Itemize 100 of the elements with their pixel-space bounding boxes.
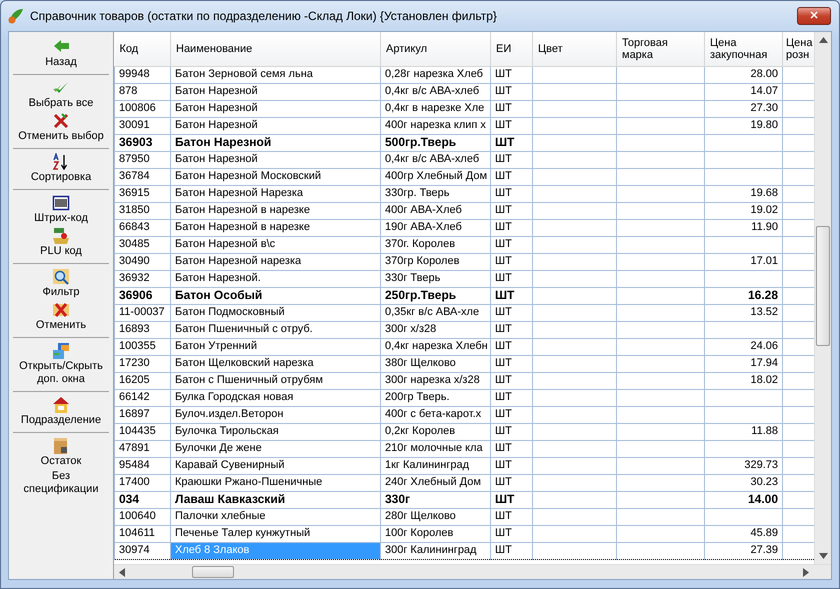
table-cell: Батон Утренний — [170, 338, 380, 355]
table-cell: Батон Нарезной в нарезке — [170, 202, 380, 219]
table-cell: Булоч.издел.Веторон — [170, 406, 380, 423]
column-header[interactable]: Код — [114, 32, 170, 66]
table-cell: Булочка Тирольская — [170, 423, 380, 440]
toolbar-button[interactable]: Сортировка — [13, 152, 109, 185]
table-cell: 30091 — [114, 117, 170, 134]
horizontal-scrollbar[interactable] — [114, 564, 831, 579]
toolbar-button[interactable]: Фильтр — [13, 267, 109, 300]
table-cell: 16205 — [114, 372, 170, 389]
table-cell: 14.00 — [704, 491, 782, 508]
table-cell: 100г Королев — [380, 525, 490, 542]
table-cell: 19.02 — [704, 202, 782, 219]
table-cell: Булочки Де жене — [170, 440, 380, 457]
table-cell: 240г Хлебный Дом — [380, 474, 490, 491]
table-cell: 11.88 — [704, 423, 782, 440]
table-cell: ШТ — [490, 474, 532, 491]
toolbar-button[interactable]: Подразделение — [13, 395, 109, 428]
house-icon — [52, 396, 70, 414]
table-cell: 17.01 — [704, 253, 782, 270]
table-cell: ШТ — [490, 253, 532, 270]
table-cell: Батон Нарезной нарезка — [170, 253, 380, 270]
toolbar-button[interactable]: Без спецификации — [13, 469, 109, 497]
left-arrow-icon[interactable] — [119, 568, 125, 577]
table-cell: 30485 — [114, 236, 170, 253]
table-cell: ШТ — [490, 372, 532, 389]
toolbar-button[interactable]: PLU код — [13, 226, 109, 259]
table-cell: 30490 — [114, 253, 170, 270]
table-cell: 47891 — [114, 440, 170, 457]
table-cell: ШТ — [490, 321, 532, 338]
column-header[interactable]: Торговая марка — [616, 32, 704, 66]
scroll-thumb[interactable] — [816, 226, 830, 346]
table-cell: ШТ — [490, 66, 532, 83]
column-header[interactable]: Цена розн — [782, 32, 814, 66]
table-cell: 0,4кг в нарезке Хле — [380, 100, 490, 117]
sort-icon — [52, 153, 70, 171]
table-cell: ШТ — [490, 542, 532, 559]
cross-icon — [52, 112, 70, 130]
table-cell: 24.06 — [704, 338, 782, 355]
column-header[interactable]: Цвет — [532, 32, 616, 66]
table-cell: ШТ — [490, 168, 532, 185]
table-cell: ШТ — [490, 304, 532, 321]
right-arrow-icon[interactable] — [803, 568, 809, 577]
table-cell: 370гр Королев — [380, 253, 490, 270]
column-header[interactable]: Наименование — [170, 32, 380, 66]
table-cell: ШТ — [490, 423, 532, 440]
toolbar-button[interactable]: Штрих-код — [13, 193, 109, 226]
table-cell: Батон Нарезной — [170, 83, 380, 100]
table-cell: ШТ — [490, 525, 532, 542]
table-cell: 0,4кг в/с АВА-хлеб — [380, 151, 490, 168]
vertical-scrollbar[interactable] — [814, 32, 831, 564]
table-cell: Батон Нарезной в\с — [170, 236, 380, 253]
close-button[interactable]: ✕ — [797, 7, 831, 25]
table-cell: ШТ — [490, 117, 532, 134]
table-cell: Каравай Сувенирный — [170, 457, 380, 474]
toolbar-button[interactable]: Остаток — [13, 436, 109, 469]
table-cell: 36784 — [114, 168, 170, 185]
table-cell: Краюшки Ржано-Пшеничные — [170, 474, 380, 491]
table-cell: 1кг Калининград — [380, 457, 490, 474]
down-arrow-icon[interactable] — [818, 553, 828, 559]
table-cell: 330г — [380, 491, 490, 508]
toolbar-button[interactable]: Отменить — [13, 300, 109, 333]
table-cell: ШТ — [490, 406, 532, 423]
table-cell: 400г с бета-карот.х — [380, 406, 490, 423]
toolbar-button[interactable]: Назад — [13, 37, 109, 70]
table-cell: 95484 — [114, 457, 170, 474]
table-cell: ШТ — [490, 508, 532, 525]
magnifier-icon — [52, 268, 70, 286]
table-cell: 0,4кг в/с АВА-хлеб — [380, 83, 490, 100]
toolbar-button[interactable]: Выбрать все — [13, 78, 109, 111]
table-cell: Палочки хлебные — [170, 508, 380, 525]
table-cell: 100806 — [114, 100, 170, 117]
table-cell: 400г нарезка клип х — [380, 117, 490, 134]
table-cell: 190г АВА-Хлеб — [380, 219, 490, 236]
table-cell: Батон Нарезной. — [170, 270, 380, 287]
table-cell: 27.39 — [704, 542, 782, 559]
table-cell: Батон Зерновой семя льна — [170, 66, 380, 83]
table-cell: 19.80 — [704, 117, 782, 134]
box-icon — [52, 437, 70, 455]
table-cell: 370г. Королев — [380, 236, 490, 253]
table-cell: 36903 — [114, 134, 170, 151]
table-cell: 400г АВА-Хлеб — [380, 202, 490, 219]
table-cell: 330гр. Тверь — [380, 185, 490, 202]
column-header[interactable]: ЕИ — [490, 32, 532, 66]
column-header[interactable]: Артикул — [380, 32, 490, 66]
toolbar-button[interactable]: Отменить выбор — [13, 111, 109, 144]
toolbar-button[interactable]: Открыть/Скрыть доп. окна — [13, 341, 109, 387]
table-cell: 0,4кг нарезка Хлебн — [380, 338, 490, 355]
column-header[interactable]: Цена закупочная — [704, 32, 782, 66]
table-cell: 36915 — [114, 185, 170, 202]
table-cell: 100355 — [114, 338, 170, 355]
table-cell: ШТ — [490, 202, 532, 219]
table-cell: 36932 — [114, 270, 170, 287]
table-cell: ШТ — [490, 389, 532, 406]
table-cell: 210г молочные кла — [380, 440, 490, 457]
table-cell: 17230 — [114, 355, 170, 372]
table-cell: 19.68 — [704, 185, 782, 202]
table-cell: Лаваш Кавказский — [170, 491, 380, 508]
table-cell: 99948 — [114, 66, 170, 83]
scroll-thumb[interactable] — [192, 566, 234, 578]
